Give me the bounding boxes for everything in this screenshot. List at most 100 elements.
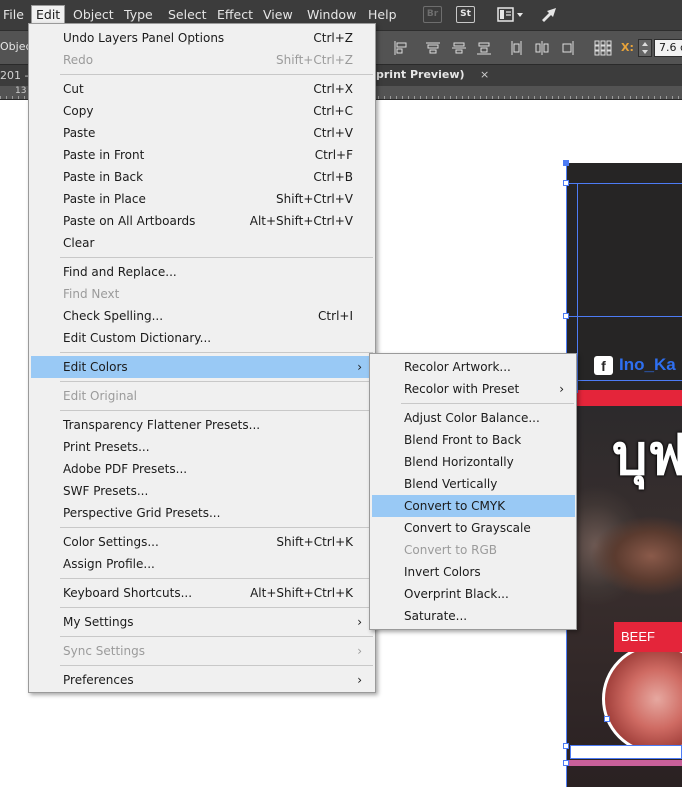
menu-separator xyxy=(60,352,373,353)
menu-item-my-settings[interactable]: My Settings › xyxy=(31,611,373,633)
menu-separator xyxy=(60,578,373,579)
menu-item-swf-presets[interactable]: SWF Presets... xyxy=(31,480,373,502)
submenu-item-blend-horizontally[interactable]: Blend Horizontally xyxy=(372,451,575,473)
menu-item-paste-in-back[interactable]: Paste in Back Ctrl+B xyxy=(31,166,373,188)
x-coordinate-field[interactable]: 7.6 c xyxy=(654,39,682,57)
x-stepper[interactable] xyxy=(638,39,652,57)
align-left-icon[interactable] xyxy=(393,40,409,56)
menu-object[interactable]: Object xyxy=(69,5,118,25)
menu-item-paste[interactable]: Paste Ctrl+V xyxy=(31,122,373,144)
distribute-center-icon[interactable] xyxy=(534,40,550,56)
align-bottom-icon[interactable] xyxy=(476,40,492,56)
bridge-icon[interactable]: Br xyxy=(423,6,442,23)
selection-handle[interactable] xyxy=(563,180,569,186)
close-tab-icon[interactable]: × xyxy=(480,68,489,81)
stock-icon[interactable]: St xyxy=(456,6,475,23)
facebook-page-text: Ino_Ka xyxy=(619,355,676,374)
menu-separator xyxy=(60,257,373,258)
menu-edit[interactable]: Edit xyxy=(31,5,66,25)
facebook-icon: f xyxy=(594,356,613,375)
chevron-right-icon: › xyxy=(357,360,362,374)
bottom-pink-bar xyxy=(566,760,682,766)
menu-item-edit-colors[interactable]: Edit Colors › xyxy=(31,356,373,378)
selection-handle[interactable] xyxy=(563,160,569,166)
facebook-row: f Ino_Ka xyxy=(594,355,682,377)
menu-item-color-settings[interactable]: Color Settings... Shift+Ctrl+K xyxy=(31,531,373,553)
menu-item-copy[interactable]: Copy Ctrl+C xyxy=(31,100,373,122)
menu-separator xyxy=(60,74,373,75)
menu-separator xyxy=(60,607,373,608)
distribute-right-icon[interactable] xyxy=(560,40,576,56)
menu-effect[interactable]: Effect xyxy=(213,5,257,25)
submenu-item-invert-colors[interactable]: Invert Colors xyxy=(372,561,575,583)
transform-reference-point-icon[interactable] xyxy=(594,40,612,56)
selection-handle[interactable] xyxy=(563,743,569,749)
chevron-right-icon: › xyxy=(357,644,362,658)
bottom-white-bar xyxy=(570,745,682,759)
menu-item-find-and-replace[interactable]: Find and Replace... xyxy=(31,261,373,283)
menu-item-check-spelling[interactable]: Check Spelling... Ctrl+I xyxy=(31,305,373,327)
menu-item-paste-in-front[interactable]: Paste in Front Ctrl+F xyxy=(31,144,373,166)
selection-handle[interactable] xyxy=(604,716,610,722)
edit-colors-submenu: Recolor Artwork... Recolor with Preset › … xyxy=(369,353,577,630)
menu-item-undo[interactable]: Undo Layers Panel Options Ctrl+Z xyxy=(31,27,373,49)
menu-window[interactable]: Window xyxy=(303,5,360,25)
menu-select[interactable]: Select xyxy=(164,5,211,25)
menu-item-keyboard-shortcuts[interactable]: Keyboard Shortcuts... Alt+Shift+Ctrl+K xyxy=(31,582,373,604)
menu-item-edit-custom-dictionary[interactable]: Edit Custom Dictionary... xyxy=(31,327,373,349)
align-top-icon[interactable] xyxy=(425,40,441,56)
menu-help[interactable]: Help xyxy=(364,5,401,25)
align-vertical-center-icon[interactable] xyxy=(451,40,467,56)
submenu-item-convert-to-rgb: Convert to RGB xyxy=(404,543,497,557)
menu-item-paste-in-place[interactable]: Paste in Place Shift+Ctrl+V xyxy=(31,188,373,210)
submenu-item-blend-vertically[interactable]: Blend Vertically xyxy=(372,473,575,495)
menu-item-perspective-grid-presets[interactable]: Perspective Grid Presets... xyxy=(31,502,373,524)
document-tab-previous[interactable]: 201 - xyxy=(0,69,28,82)
menu-separator xyxy=(60,665,373,666)
document-tab-active[interactable]: print Preview) xyxy=(376,68,465,81)
menu-item-sync-settings: Sync Settings › xyxy=(31,640,373,662)
menu-separator xyxy=(401,403,574,404)
guide-line-left xyxy=(577,183,578,393)
submenu-item-overprint-black[interactable]: Overprint Black... xyxy=(372,583,575,605)
red-stripe xyxy=(566,390,682,406)
submenu-item-adjust-color-balance[interactable]: Adjust Color Balance... xyxy=(372,407,575,429)
menu-item-find-next: Find Next xyxy=(63,287,120,301)
submenu-item-recolor-artwork[interactable]: Recolor Artwork... xyxy=(372,356,575,378)
menu-item-assign-profile[interactable]: Assign Profile... xyxy=(31,553,373,575)
x-coordinate-label: X: xyxy=(621,41,634,54)
guide-line-top xyxy=(566,183,682,184)
menu-item-cut[interactable]: Cut Ctrl+X xyxy=(31,78,373,100)
workspace-switcher-icon[interactable] xyxy=(497,6,525,23)
menu-item-print-presets[interactable]: Print Presets... xyxy=(31,436,373,458)
menu-item-paste-on-all-artboards[interactable]: Paste on All Artboards Alt+Shift+Ctrl+V xyxy=(31,210,373,232)
menu-file[interactable]: File xyxy=(0,5,28,25)
ruler-number: 13 xyxy=(15,86,27,96)
selection-handle[interactable] xyxy=(563,313,569,319)
submenu-item-convert-to-cmyk[interactable]: Convert to CMYK xyxy=(372,495,575,517)
thai-title-text: บุฟ xyxy=(612,423,682,488)
submenu-item-convert-to-grayscale[interactable]: Convert to Grayscale xyxy=(372,517,575,539)
selection-handle[interactable] xyxy=(563,760,569,766)
chevron-right-icon: › xyxy=(357,673,362,687)
submenu-item-blend-front-to-back[interactable]: Blend Front to Back xyxy=(372,429,575,451)
edit-menu: Undo Layers Panel Options Ctrl+Z Redo Shif… xyxy=(28,23,376,693)
chevron-right-icon: › xyxy=(559,382,564,396)
menu-item-adobe-pdf-presets[interactable]: Adobe PDF Presets... xyxy=(31,458,373,480)
distribute-left-icon[interactable] xyxy=(509,40,525,56)
menu-view[interactable]: View xyxy=(259,5,297,25)
menu-separator xyxy=(60,527,373,528)
menu-separator xyxy=(60,381,373,382)
gpu-performance-icon[interactable] xyxy=(539,6,561,23)
menu-separator xyxy=(60,410,373,411)
menu-type[interactable]: Type xyxy=(120,5,157,25)
menu-item-preferences[interactable]: Preferences › xyxy=(31,669,373,691)
menu-item-transparency-flattener-presets[interactable]: Transparency Flattener Presets... xyxy=(31,414,373,436)
guide-line-mid xyxy=(566,316,682,317)
submenu-item-saturate[interactable]: Saturate... xyxy=(372,605,575,627)
menu-item-clear[interactable]: Clear xyxy=(31,232,373,254)
menu-separator xyxy=(60,636,373,637)
submenu-item-recolor-with-preset[interactable]: Recolor with Preset › xyxy=(372,378,575,400)
beef-badge: BEEF xyxy=(614,622,682,652)
menu-item-redo: Redo Shift+Ctrl+Z xyxy=(63,53,353,67)
